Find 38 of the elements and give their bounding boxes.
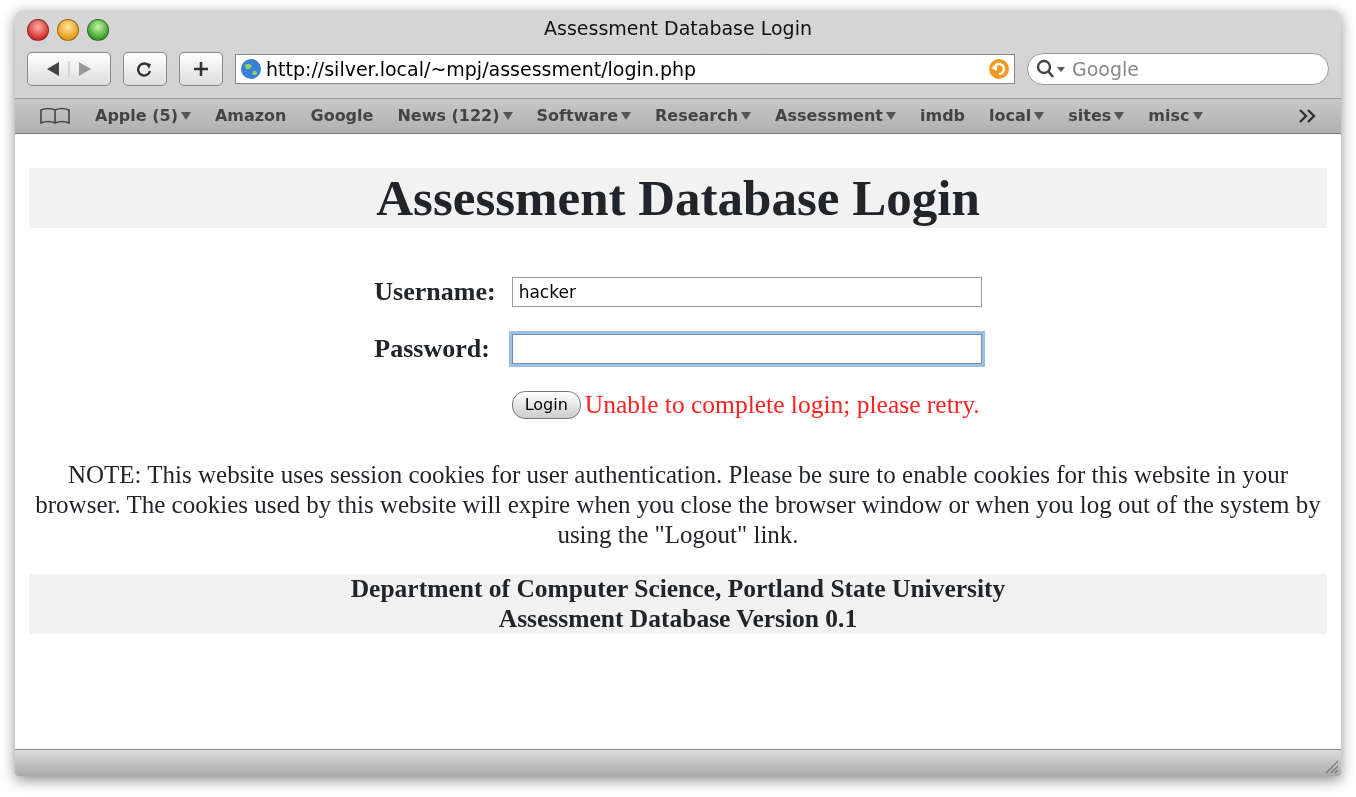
reload-icon xyxy=(137,61,153,77)
resize-grip-icon[interactable] xyxy=(1323,758,1339,774)
search-field[interactable]: Google xyxy=(1027,53,1329,85)
footer-text: Assessment Database Version 0.1 xyxy=(498,604,858,635)
bookmark-item[interactable]: Amazon xyxy=(214,104,287,128)
bookmark-item[interactable]: sites xyxy=(1068,104,1125,128)
cookie-note: NOTE: This website uses session cookies for user authentication. Please be sure to enable cookies for this website in your browser. The cookies used by this website will expire when you close the browser window or when you log out of the system by using the "Logout" link. xyxy=(34,460,1322,551)
login-button[interactable]: Login xyxy=(511,391,581,420)
bookmark-item[interactable]: imdb xyxy=(920,104,966,128)
field-label: Username: xyxy=(374,276,496,308)
bookmark-item[interactable]: misc xyxy=(1148,104,1203,128)
error-message: Unable to complete login; please retry. xyxy=(584,389,980,421)
bookmark-item[interactable]: News (122) xyxy=(397,104,513,128)
globe-icon xyxy=(240,58,262,80)
add-bookmark-button[interactable] xyxy=(179,52,223,86)
bookmark-item[interactable]: Google xyxy=(310,104,374,128)
back-forward-button[interactable] xyxy=(27,52,111,86)
bookmark-item[interactable]: Software xyxy=(536,104,631,128)
bookmark-item[interactable]: Apple (5) xyxy=(95,104,191,128)
close-button[interactable] xyxy=(27,19,49,41)
field-label: Password: xyxy=(374,333,491,365)
plus-icon xyxy=(193,61,209,77)
zoom-button[interactable] xyxy=(87,19,109,41)
search-icon xyxy=(1036,59,1066,79)
snapback-icon xyxy=(988,58,1010,80)
minimize-button[interactable] xyxy=(57,19,79,41)
page-heading: Assessment Database Login xyxy=(375,169,981,228)
window-title: Assessment Database Login xyxy=(544,17,812,39)
bookmark-item[interactable]: Research xyxy=(655,104,752,128)
username-field[interactable]: hacker xyxy=(511,276,982,307)
bookmark-item[interactable]: local xyxy=(989,104,1045,128)
footer-text: Department of Computer Science, Portland State University xyxy=(350,574,1006,605)
book-icon[interactable] xyxy=(39,107,71,125)
more-bookmarks-icon[interactable] xyxy=(1299,109,1317,123)
bookmark-item[interactable]: Assessment xyxy=(775,104,896,128)
password-field[interactable] xyxy=(511,333,982,364)
address-field[interactable]: http://silver.local/~mpj/assessment/login.php xyxy=(235,54,1015,84)
reload-button[interactable] xyxy=(123,52,167,86)
